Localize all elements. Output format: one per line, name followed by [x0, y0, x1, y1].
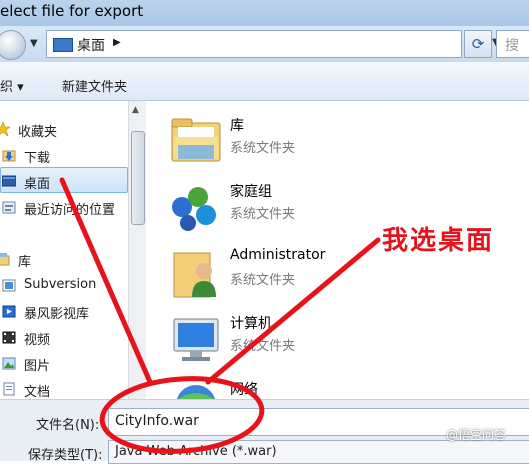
annotation-arrow-left — [59, 177, 153, 385]
annotation-circle — [99, 376, 265, 454]
annotation-arrow-right — [205, 237, 381, 385]
annotation-text: 我选桌面 — [382, 226, 495, 256]
watermark-text: @悟空问答 — [446, 428, 507, 442]
